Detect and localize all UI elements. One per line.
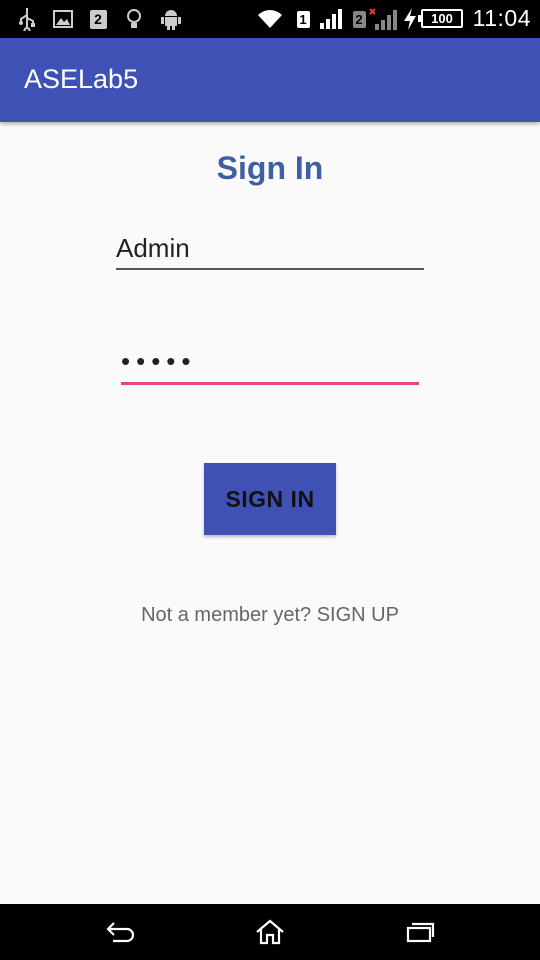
sim1-badge: 1: [296, 7, 310, 31]
back-icon[interactable]: [100, 916, 140, 948]
page-title: Sign In: [216, 150, 324, 186]
android-icon: [160, 7, 182, 31]
app-bar: ASELab5: [0, 38, 540, 122]
password-field[interactable]: [121, 342, 419, 385]
notification-badge: 2: [89, 9, 107, 29]
battery-icon: 100: [418, 9, 463, 28]
home-icon[interactable]: [250, 916, 290, 948]
username-input[interactable]: [116, 230, 424, 266]
bulb-icon: [125, 7, 143, 31]
sign-in-button[interactable]: SIGN IN: [204, 463, 336, 535]
status-bar: 2 1 2 100 11:04: [0, 0, 540, 38]
sim2-signal-icon: [369, 7, 399, 31]
navigation-bar: [0, 904, 540, 960]
notification-2-icon: 2: [89, 7, 107, 31]
clock: 11:04: [472, 5, 531, 31]
charging-icon: [402, 7, 418, 31]
wifi-icon: [257, 7, 283, 31]
image-icon: [52, 7, 74, 31]
username-field[interactable]: [116, 230, 424, 270]
sim2-badge: 2: [352, 7, 366, 31]
sign-up-link[interactable]: Not a member yet? SIGN UP: [0, 604, 540, 627]
sim1-signal-icon: [318, 7, 344, 31]
usb-icon: [17, 7, 37, 31]
app-title: ASELab5: [24, 64, 139, 94]
password-input[interactable]: [121, 342, 419, 380]
recents-icon[interactable]: [400, 916, 440, 948]
